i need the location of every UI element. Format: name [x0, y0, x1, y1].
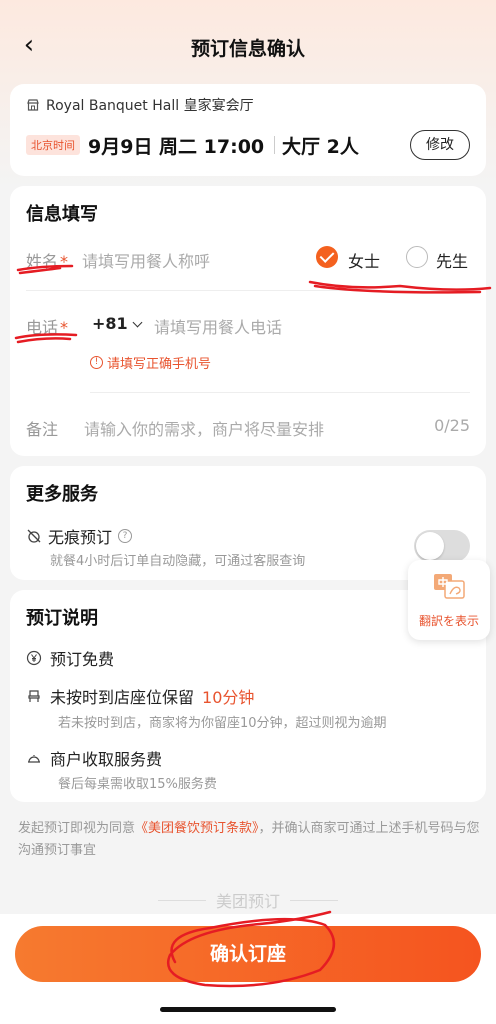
yen-icon [26, 650, 42, 666]
name-label: 姓名 * [26, 252, 69, 271]
translate-icon [434, 574, 465, 599]
divider [290, 899, 338, 901]
remark-input[interactable]: 请输入你的需求，商户将尽量安排 [84, 416, 324, 440]
party-info: 大厅 2人 [282, 136, 359, 158]
timezone-badge: 北京时间 [26, 135, 80, 155]
incognito-booking-row: 无痕预订 ? [26, 524, 133, 548]
remark-label: 备注 [26, 420, 59, 439]
incognito-desc: 就餐4小时后订单自动隐藏，可通过客服查询 [50, 554, 306, 569]
translate-button[interactable]: 翻訳を表示 [408, 560, 490, 640]
store-icon [27, 99, 39, 111]
incognito-toggle[interactable] [414, 530, 470, 562]
home-indicator [160, 1007, 336, 1012]
info-form-card: 信息填写 姓名 * 请填写用餐人称呼 女士 先生 电话 * +81 请填写用餐人电话… [10, 186, 486, 456]
restaurant-line: Royal Banquet Hall 皇家宴会厅 [26, 95, 254, 115]
terms-link[interactable]: 《美团餐饮预订条款》 [135, 821, 259, 836]
gender-radio-male[interactable] [406, 246, 428, 268]
gender-radio-female[interactable] [316, 246, 338, 268]
modify-button[interactable]: 修改 [410, 130, 470, 160]
seat-hold-desc: 若未按时到店，商家将为你留座10分钟，超过则视为逾期 [58, 716, 387, 731]
no-trace-icon [27, 529, 41, 543]
service-fee-desc: 餐后每桌需收取15%服务费 [58, 777, 217, 792]
translate-label: 翻訳を表示 [418, 614, 479, 628]
confirm-booking-button[interactable]: 确认订座 [15, 926, 481, 982]
country-code-select[interactable]: +81 [92, 314, 143, 333]
terms-text: 发起预订即视为同意《美团餐饮预订条款》，并确认商家可通过上述手机号码与您沟通预订… [18, 821, 480, 858]
name-input[interactable]: 请填写用餐人称呼 [82, 248, 210, 272]
restaurant-name: Royal Banquet Hall 皇家宴会厅 [46, 98, 254, 114]
divider [157, 899, 206, 901]
gender-label-male[interactable]: 先生 [436, 248, 468, 272]
chair-icon [28, 690, 40, 702]
phone-error: ! 请填写正确手机号 [90, 353, 211, 372]
nav-bar: ‹ 预订信息确认 [0, 24, 496, 68]
divider [274, 136, 275, 154]
services-section-title: 更多服务 [26, 484, 98, 505]
reservation-summary-card: Royal Banquet Hall 皇家宴会厅 北京时间 9月9日 周二 17… [10, 84, 486, 176]
reservation-datetime: 9月9日 周二 17:00 [88, 136, 265, 158]
help-icon[interactable]: ? [118, 529, 133, 543]
gender-label-female[interactable]: 女士 [348, 248, 380, 272]
free-booking-note: 预订免费 [26, 646, 114, 670]
seat-hold-note: 未按时到店座位保留 10分钟 [26, 684, 254, 708]
phone-input[interactable]: 请填写用餐人电话 [154, 314, 282, 338]
brand-footer: 美团预订 [0, 888, 496, 912]
service-fee-note: 商户收取服务费 [26, 746, 162, 770]
phone-label: 电话 * [26, 318, 69, 337]
divider [26, 290, 470, 291]
page-title: 预订信息确认 [190, 38, 305, 60]
alert-icon: ! [90, 356, 103, 369]
notes-section-title: 预订说明 [26, 608, 98, 629]
divider [90, 392, 470, 393]
cloche-icon [28, 755, 40, 763]
info-section-title: 信息填写 [26, 204, 98, 225]
remark-counter: 0/25 [434, 416, 470, 435]
chevron-down-icon [132, 317, 143, 328]
